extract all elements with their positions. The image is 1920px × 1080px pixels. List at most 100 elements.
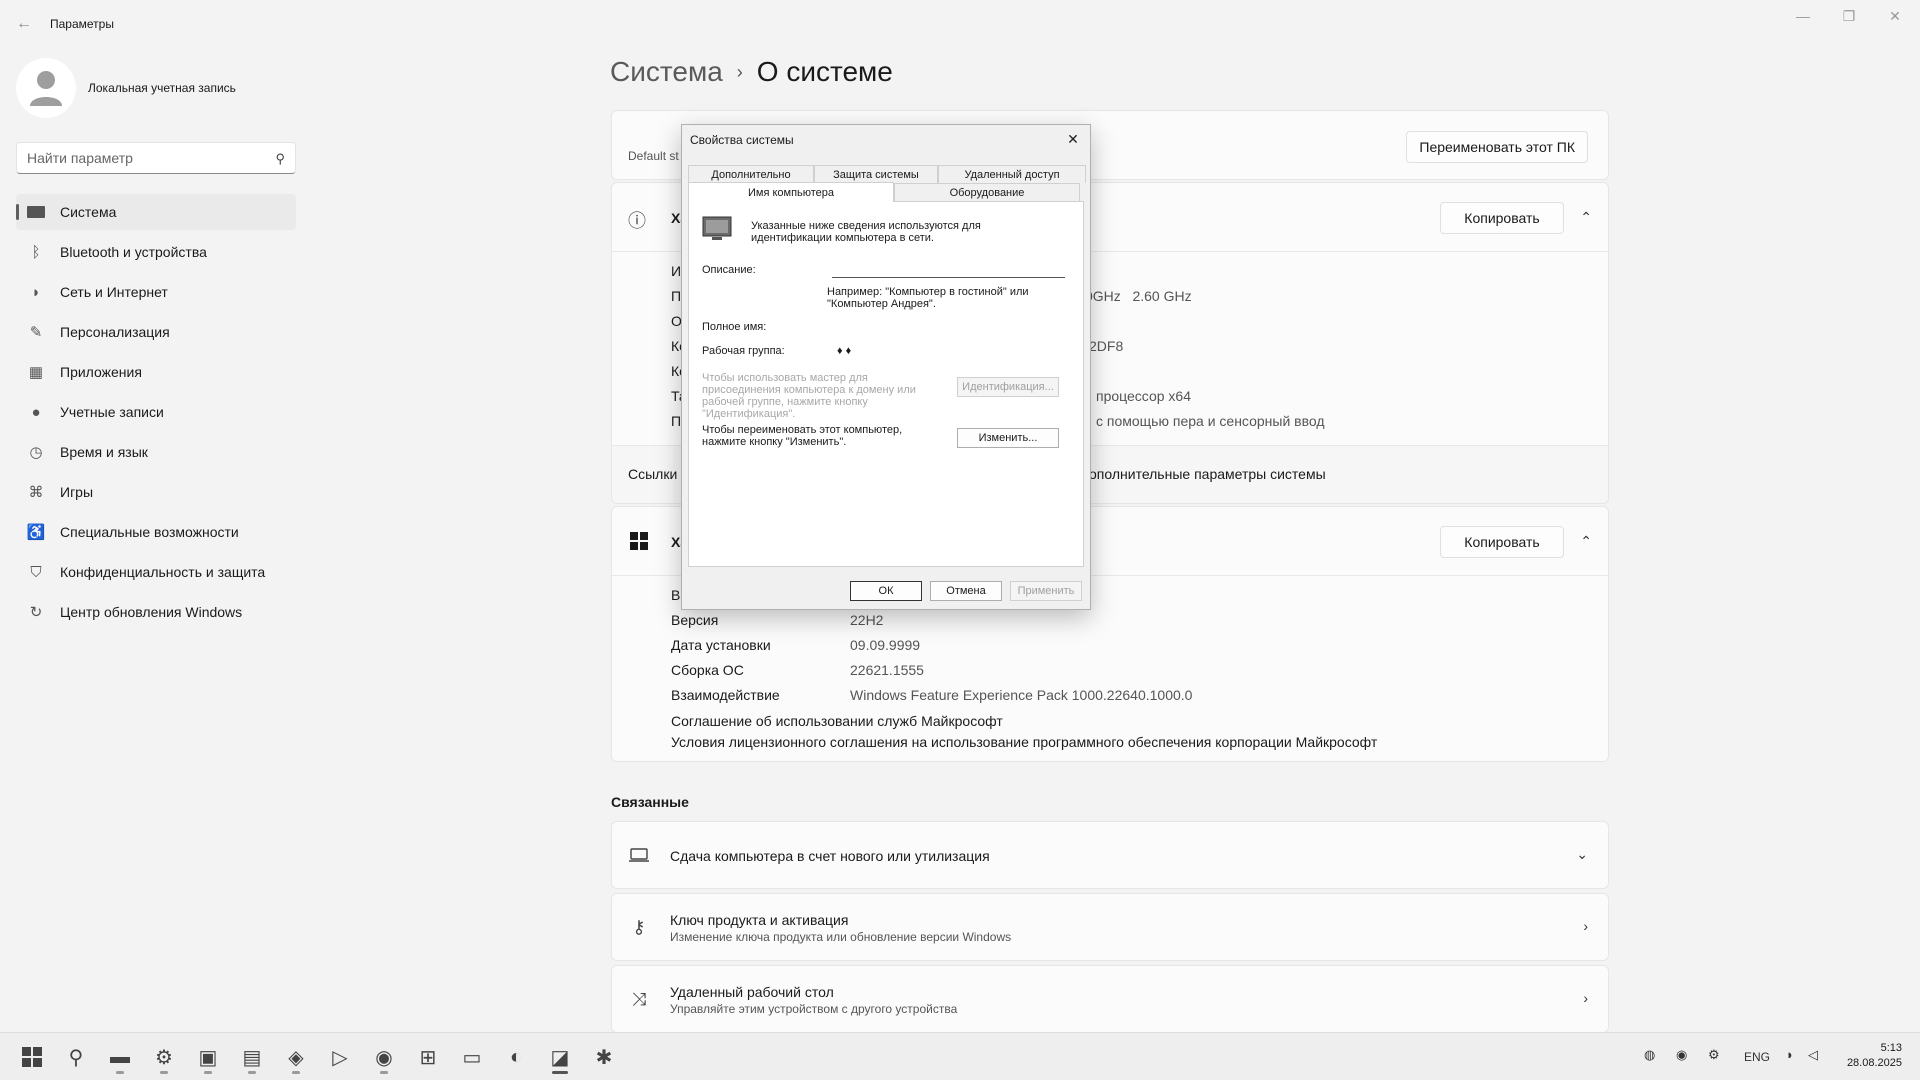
gamepad-icon: ⌘ [28,484,44,501]
related-item-remote-desktop[interactable]: ⤨ Удаленный рабочий стол Управляйте этим… [611,965,1609,1033]
sidebar-item-network[interactable]: ◗ Сеть и Интернет [16,274,296,310]
globe-icon[interactable]: ◍ [1644,1047,1655,1063]
sidebar-item-accessibility[interactable]: ♿ Специальные возможности [16,514,296,550]
settings-gear-icon[interactable]: ⚙ [148,1041,180,1074]
close-button[interactable]: ✕ [1872,0,1918,32]
system-type-value: процессор x64 [1096,388,1191,404]
start-icon[interactable] [16,1041,48,1073]
title-bar: ← Параметры — ❐ ✕ [0,0,1920,48]
image-viewer-icon[interactable]: ◈ [280,1041,312,1074]
remote-desktop-icon: ⤨ [631,988,647,1009]
restore-button[interactable]: ❐ [1826,0,1872,32]
workgroup-value: ♦ ♦ [837,345,852,357]
eye-app-icon[interactable]: ◉ [368,1041,400,1074]
clock-date: 28.08.2025 [1846,1057,1902,1069]
spec-label: Сборка ОС [671,662,744,678]
related-item-product-key[interactable]: ⚷ Ключ продукта и активация Изменение кл… [611,893,1609,961]
advanced-system-settings-link[interactable]: ополнительные параметры системы [1089,466,1326,482]
workgroup-label: Рабочая группа: [702,345,785,357]
file-explorer-icon[interactable]: ▬ [104,1041,136,1074]
terminal-icon[interactable]: ▤ [236,1041,268,1074]
dialog-close-icon[interactable]: ✕ [1062,128,1084,150]
intro-text: идентификации компьютера в сети. [751,232,934,244]
profile[interactable]: Локальная учетная запись [16,58,236,118]
minimize-button[interactable]: — [1780,0,1826,32]
archive-app-icon[interactable]: ▣ [192,1041,224,1074]
license-terms-link[interactable]: Условия лицензионного соглашения на испо… [671,734,1377,750]
person-icon: ● [31,403,41,421]
sidebar-item-label: Специальные возможности [60,524,239,540]
copy-specs-button[interactable]: Копировать [1440,202,1564,234]
system-properties-app-icon[interactable]: ◪ [544,1041,576,1074]
wizard-text: рабочей группе, нажмите кнопку [702,396,868,408]
search-icon[interactable]: ⚲ [60,1041,92,1073]
control-panel-icon[interactable]: ✱ [588,1041,620,1073]
key-icon: ⚷ [632,916,646,937]
chevron-up-icon[interactable]: ⌃ [1580,533,1592,550]
computer-icon [702,216,732,240]
tab-hardware[interactable]: Оборудование [894,183,1080,201]
description-input[interactable] [832,260,1065,278]
sidebar-item-gaming[interactable]: ⌘ Игры [16,474,296,510]
sidebar-item-time-language[interactable]: ◷ Время и язык [16,434,296,470]
wifi-icon[interactable]: ◗ [1786,1047,1794,1062]
volume-icon[interactable]: ◁ [1808,1047,1818,1063]
windows-logo-icon [630,532,648,550]
sidebar-item-bluetooth[interactable]: ᛒ Bluetooth и устройства [16,234,296,270]
language-indicator[interactable]: ENG [1744,1050,1770,1064]
search-icon: ⚲ [275,151,285,166]
links-label: Ссылки [628,466,678,482]
spec-label: Взаимодействие [671,687,780,703]
sidebar-item-personalization[interactable]: ✎ Персонализация [16,314,296,350]
related-item-subtitle: Управляйте этим устройством с другого ус… [670,1002,958,1016]
eye-tray-icon[interactable]: ◉ [1676,1047,1687,1063]
spec-value: 22H2 [850,612,884,628]
page-title: О системе [756,56,893,87]
identification-button[interactable]: Идентификация... [957,377,1059,397]
avatar [16,58,76,118]
rename-text: Чтобы переименовать этот компьютер, [702,424,903,436]
laptop-icon [628,844,650,866]
rename-text: нажмите кнопку "Изменить". [702,436,847,448]
clock[interactable]: 5:13 28.08.2025 [1847,1041,1902,1071]
wizard-text: "Идентификация". [702,408,796,420]
clock-time: 5:13 [1880,1042,1902,1054]
sidebar-item-system[interactable]: Система [16,194,296,230]
gear-tray-icon[interactable]: ⚙ [1708,1047,1720,1063]
sidebar-item-privacy[interactable]: ⛉ Конфиденциальность и защита [16,554,296,590]
search-box[interactable]: ⚲ [16,142,296,174]
window-manager-icon[interactable]: ▭ [456,1041,488,1073]
tab-computer-name[interactable]: Имя компьютера [688,182,894,202]
cancel-button[interactable]: Отмена [930,581,1002,601]
browser-icon[interactable]: ◐ [500,1041,532,1073]
sidebar-item-apps[interactable]: ▦ Приложения [16,354,296,390]
services-agreement-link[interactable]: Соглашение об использовании служб Майкро… [671,713,1003,729]
apply-button[interactable]: Применить [1010,581,1082,601]
taskbar: ⚲ ▬ ⚙ ▣ ▤ ◈ ▷ ◉ ⊞ ▭ ◐ ◪ ✱ ◍ ◉ ⚙ ENG ◗ ◁ … [0,1032,1920,1080]
search-input[interactable] [17,143,257,173]
spec-label: П [671,413,682,429]
breadcrumb-parent[interactable]: Система [610,56,723,88]
media-player-icon[interactable]: ▷ [324,1041,356,1073]
sidebar-item-windows-update[interactable]: ↻ Центр обновления Windows [16,594,296,630]
sidebar-item-label: Система [60,204,117,220]
sidebar-item-label: Персонализация [60,324,170,340]
rename-pc-button[interactable]: Переименовать этот ПК [1406,131,1588,163]
ok-button[interactable]: ОК [850,581,922,601]
related-item-trade-in[interactable]: Сдача компьютера в счет нового или утили… [611,821,1609,889]
sidebar-item-label: Учетные записи [60,404,164,420]
tab-system-protection[interactable]: Защита системы [814,165,938,183]
change-button[interactable]: Изменить... [957,428,1059,448]
tab-remote[interactable]: Удаленный доступ [938,165,1086,183]
sidebar-item-accounts[interactable]: ● Учетные записи [16,394,296,430]
chevron-up-icon[interactable]: ⌃ [1580,209,1592,226]
7zip-icon[interactable]: ⊞ [412,1041,444,1073]
tab-advanced[interactable]: Дополнительно [688,165,814,183]
back-arrow-icon[interactable]: ← [10,10,38,38]
chevron-right-icon: › [1583,990,1588,1006]
copy-windows-specs-button[interactable]: Копировать [1440,526,1564,558]
related-item-subtitle: Изменение ключа продукта или обновление … [670,930,1012,944]
system-properties-dialog: Свойства системы ✕ Дополнительно Защита … [681,124,1091,610]
sidebar-item-label: Игры [60,484,94,500]
example-text: "Компьютер Андрея". [827,298,936,310]
